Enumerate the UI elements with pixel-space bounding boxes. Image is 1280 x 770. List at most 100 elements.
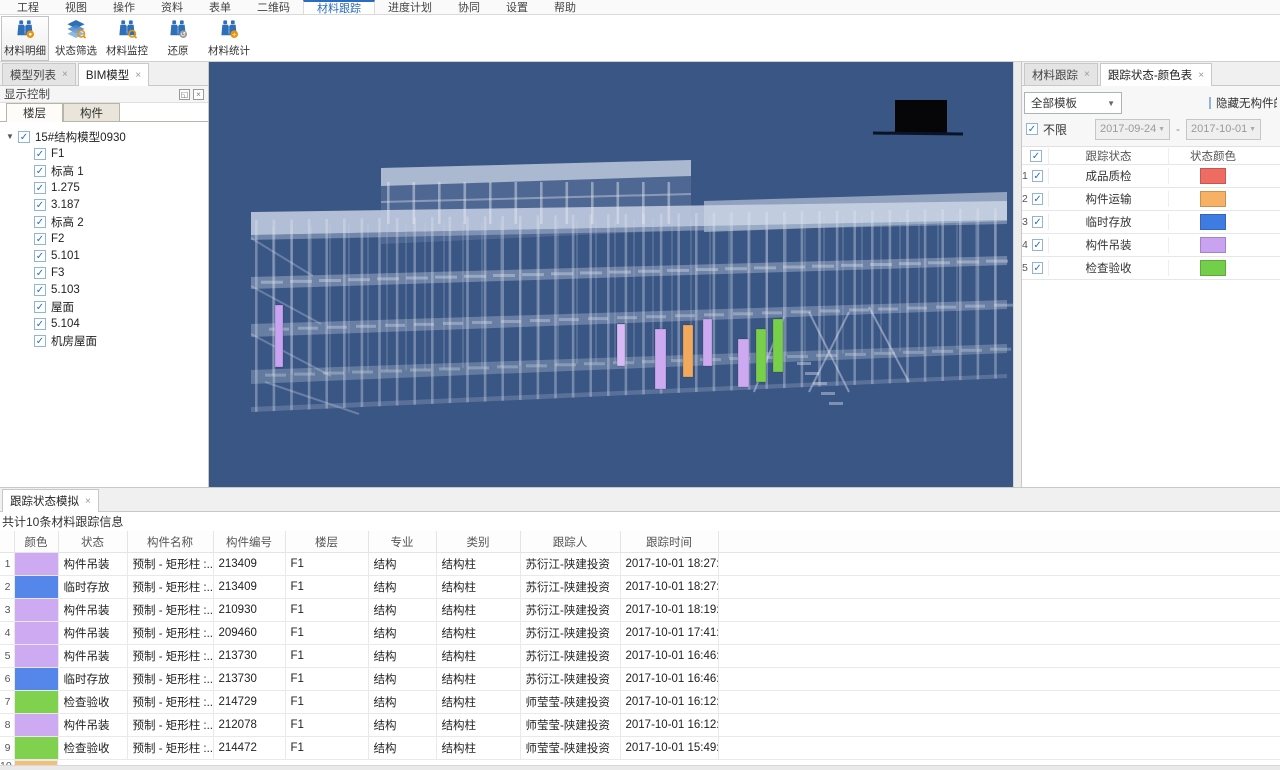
tab-right-1[interactable]: 材料跟踪×: [1024, 63, 1098, 85]
tab-left-2[interactable]: BIM模型×: [78, 63, 149, 86]
cell-time: 2017-10-01 16:12:45: [620, 714, 718, 737]
ribbon-toolbar: 材料明细 状态筛选 材料监控 ↺还原 +材料统计: [0, 15, 1280, 62]
tree-item-row[interactable]: 标高 1: [4, 162, 208, 179]
template-select[interactable]: 全部模板 ▼: [1024, 92, 1122, 114]
tree-item-row[interactable]: F2: [4, 230, 208, 247]
row-checkbox[interactable]: [1032, 239, 1043, 251]
tree-root-checkbox[interactable]: [18, 131, 30, 143]
hide-empty-checkbox[interactable]: 隐藏无构件的跟踪状态: [1207, 95, 1277, 111]
tree-item-checkbox[interactable]: [34, 199, 46, 211]
close-icon[interactable]: ×: [135, 70, 141, 81]
date-to-input[interactable]: 2017-10-01 ▼: [1186, 119, 1261, 140]
menu-item-9[interactable]: 协同: [445, 0, 493, 14]
menu-item-3[interactable]: 操作: [100, 0, 148, 14]
horizontal-scrollbar[interactable]: [0, 765, 1280, 770]
menu-item-10[interactable]: 设置: [493, 0, 541, 14]
tree-item-row[interactable]: F1: [4, 145, 208, 162]
tree-item-row[interactable]: 标高 2: [4, 213, 208, 230]
menu-item-6[interactable]: 二维码: [244, 0, 303, 14]
close-icon[interactable]: ×: [1198, 70, 1204, 81]
table-row[interactable]: 5构件吊装预制 - 矩形柱 :...213730F1结构结构柱苏衍江-陕建投资2…: [0, 645, 1280, 668]
menu-item-8[interactable]: 进度计划: [375, 0, 445, 14]
tree-item-checkbox[interactable]: [34, 250, 46, 262]
menu-item-11[interactable]: 帮助: [541, 0, 589, 14]
tab-left-1[interactable]: 模型列表×: [2, 63, 76, 85]
tree-item-checkbox[interactable]: [34, 182, 46, 194]
color-swatch: [15, 645, 58, 667]
tree-item-row[interactable]: 3.187: [4, 196, 208, 213]
close-icon[interactable]: ×: [62, 69, 68, 80]
unlimited-checkbox[interactable]: [1026, 123, 1038, 135]
tree-item-checkbox[interactable]: [34, 216, 46, 228]
table-row[interactable]: 7检查验收预制 - 矩形柱 :...214729F1结构结构柱师莹莹-陕建投资2…: [0, 691, 1280, 714]
table-row[interactable]: 9检查验收预制 - 矩形柱 :...214472F1结构结构柱师莹莹-陕建投资2…: [0, 737, 1280, 760]
row-checkbox[interactable]: [1032, 262, 1043, 274]
date-from-input[interactable]: 2017-09-24 ▼: [1095, 119, 1170, 140]
cell-component-name: 预制 - 矩形柱 :...: [127, 622, 213, 645]
tab-right-2[interactable]: 跟踪状态-颜色表×: [1100, 63, 1212, 86]
table-row[interactable]: 1构件吊装预制 - 矩形柱 :...213409F1结构结构柱苏衍江-陕建投资2…: [0, 553, 1280, 576]
close-icon[interactable]: ×: [1084, 69, 1090, 80]
close-panel-icon[interactable]: ×: [193, 89, 204, 100]
toolbar-button-layers-search[interactable]: 状态筛选: [52, 16, 100, 61]
close-icon[interactable]: ×: [85, 496, 91, 507]
tree-item-checkbox[interactable]: [34, 267, 46, 279]
column-header-4: 构件编号: [213, 531, 285, 553]
cell-category: 结构柱: [436, 737, 520, 760]
tree-item-row[interactable]: F3: [4, 264, 208, 281]
status-color-row[interactable]: 4构件吊装: [1022, 234, 1280, 257]
status-color-row[interactable]: 5检查验收: [1022, 257, 1280, 280]
tree-item-row[interactable]: 屋面: [4, 298, 208, 315]
tree-item-row[interactable]: 5.101: [4, 247, 208, 264]
toolbar-button-binoculars-add[interactable]: +材料统计: [205, 16, 253, 61]
table-row[interactable]: 6临时存放预制 - 矩形柱 :...213730F1结构结构柱苏衍江-陕建投资2…: [0, 668, 1280, 691]
column-header-5: 楼层: [285, 531, 368, 553]
tree-item-checkbox[interactable]: [34, 165, 46, 177]
row-checkbox[interactable]: [1032, 170, 1043, 182]
tree-item-checkbox[interactable]: [34, 301, 46, 313]
column-header-9: 跟踪时间: [620, 531, 718, 553]
row-select-cell: 3: [1022, 216, 1048, 228]
tree-item-checkbox[interactable]: [34, 233, 46, 245]
status-color-cell: [1168, 191, 1257, 207]
menu-item-5[interactable]: 表单: [196, 0, 244, 14]
hide-empty-checkbox-box[interactable]: [1209, 97, 1211, 109]
panel-splitter[interactable]: [1013, 62, 1022, 487]
toolbar-button-binoculars-restore[interactable]: ↺还原: [154, 16, 202, 61]
cell-row-number: 1: [0, 553, 14, 576]
bim-3d-viewport[interactable]: [209, 62, 1013, 487]
row-checkbox[interactable]: [1032, 216, 1043, 228]
float-panel-icon[interactable]: ◱: [179, 89, 190, 100]
menu-item-1[interactable]: 工程: [4, 0, 52, 14]
tree-item-row[interactable]: 机房屋面: [4, 332, 208, 349]
color-swatch: [1200, 168, 1226, 184]
table-row[interactable]: 2临时存放预制 - 矩形柱 :...213409F1结构结构柱苏衍江-陕建投资2…: [0, 576, 1280, 599]
row-checkbox[interactable]: [1032, 193, 1043, 205]
menu-item-7[interactable]: 材料跟踪: [303, 0, 375, 14]
table-row[interactable]: 3构件吊装预制 - 矩形柱 :...210930F1结构结构柱苏衍江-陕建投资2…: [0, 599, 1280, 622]
menu-item-2[interactable]: 视图: [52, 0, 100, 14]
table-row[interactable]: 4构件吊装预制 - 矩形柱 :...209460F1结构结构柱苏衍江-陕建投资2…: [0, 622, 1280, 645]
tree-item-row[interactable]: 5.104: [4, 315, 208, 332]
tree-item-checkbox[interactable]: [34, 318, 46, 330]
select-all-checkbox[interactable]: [1030, 150, 1042, 162]
tab-tracking-simulation[interactable]: 跟踪状态模拟 ×: [2, 489, 99, 512]
tree-item-row[interactable]: 5.103: [4, 281, 208, 298]
subtab-2[interactable]: 构件: [63, 103, 120, 121]
toolbar-button-binoculars-monitor[interactable]: 材料监控: [103, 16, 151, 61]
tree-item-row[interactable]: 1.275: [4, 179, 208, 196]
tree-expand-icon[interactable]: ▼: [4, 132, 16, 141]
tree-item-checkbox[interactable]: [34, 284, 46, 296]
menu-item-4[interactable]: 资料: [148, 0, 196, 14]
subtab-1[interactable]: 楼层: [6, 103, 63, 122]
toolbar-button-binoculars-pin[interactable]: 材料明细: [1, 16, 49, 61]
tree-root-row[interactable]: ▼15#结构模型0930: [4, 128, 208, 145]
tree-item-checkbox[interactable]: [34, 148, 46, 160]
tree-item-checkbox[interactable]: [34, 335, 46, 347]
status-color-row[interactable]: 3临时存放: [1022, 211, 1280, 234]
left-tab-bar: 模型列表×BIM模型×: [0, 62, 208, 86]
table-row[interactable]: 8构件吊装预制 - 矩形柱 :...212078F1结构结构柱师莹莹-陕建投资2…: [0, 714, 1280, 737]
cell-filler: [718, 553, 1280, 576]
status-color-row[interactable]: 2构件运输: [1022, 188, 1280, 211]
status-color-row[interactable]: 1成品质检: [1022, 165, 1280, 188]
